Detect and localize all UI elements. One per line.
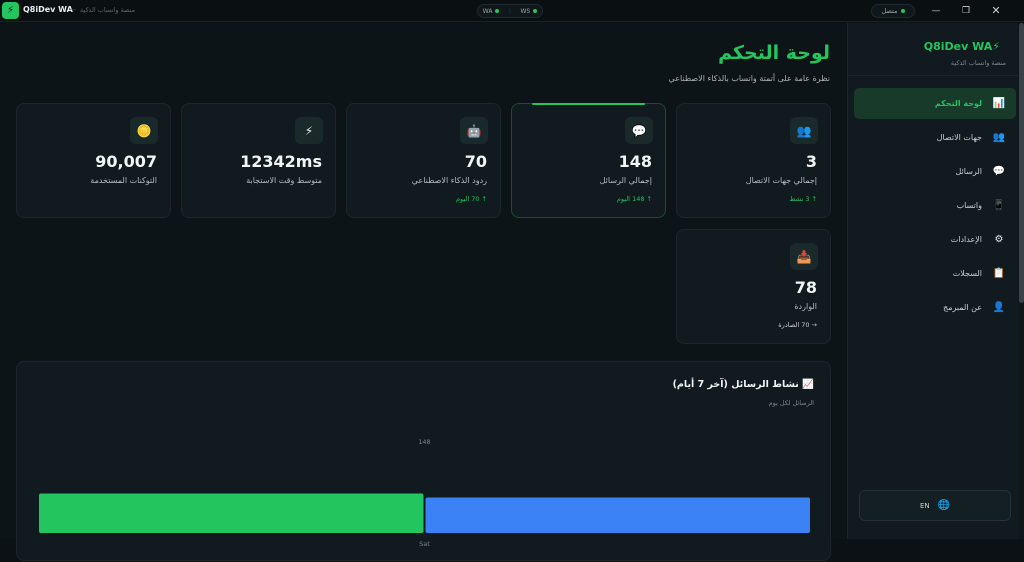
wa-pill: WA bbox=[483, 8, 500, 15]
app-logo-icon: ⚡ bbox=[2, 2, 19, 19]
stat-label: الواردة bbox=[794, 302, 817, 311]
messages-icon: 💬 bbox=[625, 117, 653, 144]
title-separator: — bbox=[69, 5, 76, 13]
coin-icon: 🪙 bbox=[130, 117, 158, 144]
sidebar-item-messages[interactable]: الرسائل 💬 bbox=[854, 156, 1016, 187]
contacts-icon: 👥 bbox=[992, 132, 1006, 143]
stat-card-incoming: 📥 78 الواردة → 70 الصادرة bbox=[676, 229, 831, 344]
chart-bar-1[interactable] bbox=[425, 497, 811, 533]
status-dot bbox=[900, 9, 905, 13]
minimize-icon[interactable]: — bbox=[926, 3, 946, 19]
wa-status-dot bbox=[495, 9, 500, 13]
sidebar-item-label: الرسائل bbox=[955, 167, 983, 176]
app-name: Q8iDev WA bbox=[23, 5, 73, 14]
stat-card-contacts: 👥 3 إجمالي جهات الاتصال ↑ 3 نشط bbox=[676, 103, 831, 218]
main-content: لوحة التحكم نظرة عامة على أتمتة واتساب ب… bbox=[0, 23, 846, 561]
sidebar-item-label: الإعدادات bbox=[950, 235, 982, 244]
sidebar-item-label: السجلات bbox=[952, 269, 982, 278]
stat-label: إجمالي جهات الاتصال bbox=[745, 176, 817, 185]
restore-icon[interactable]: ❐ bbox=[956, 3, 976, 19]
dashboard-icon: 📊 bbox=[992, 98, 1006, 109]
sidebar-item-dashboard[interactable]: لوحة التحكم 📊 bbox=[854, 88, 1016, 119]
sidebar-item-whatsapp[interactable]: واتساب 📱 bbox=[854, 190, 1016, 221]
divider bbox=[848, 75, 1024, 76]
phone-icon: 📱 bbox=[992, 200, 1006, 211]
inbox-icon: 📥 bbox=[790, 243, 818, 270]
stat-card-tokens: 🪙 90,007 التوكنات المستخدمة bbox=[16, 103, 171, 218]
app-subtitle: منصة واتساب الذكية bbox=[80, 6, 136, 14]
language-toggle-button[interactable]: EN 🌐 bbox=[859, 490, 1011, 521]
stat-label: إجمالي الرسائل bbox=[599, 176, 652, 185]
bolt-icon: ⚡ bbox=[295, 117, 323, 144]
stat-value: 90,007 bbox=[95, 152, 157, 171]
stat-trend: → 70 الصادرة bbox=[778, 321, 817, 329]
chart-x-tick-label: Sat bbox=[419, 540, 430, 548]
ws-status-dot bbox=[533, 9, 538, 13]
stat-card-messages: 💬 148 إجمالي الرسائل ↑ 148 اليوم bbox=[511, 103, 666, 218]
contacts-icon: 👥 bbox=[790, 117, 818, 144]
page-subtitle: نظرة عامة على أتمتة واتساب بالذكاء الاصط… bbox=[668, 74, 830, 83]
scrollbar[interactable] bbox=[1018, 23, 1024, 539]
stat-trend: ↑ 148 اليوم bbox=[616, 195, 652, 203]
logs-icon: 📋 bbox=[992, 268, 1006, 279]
stat-card-response-time: ⚡ 12342ms متوسط وقت الاستجابة bbox=[181, 103, 336, 218]
page-title: لوحة التحكم bbox=[718, 42, 830, 64]
title-bar: ⚡ Q8iDev WA — منصة واتساب الذكية WA | WS… bbox=[0, 0, 1024, 22]
stat-value: 70 bbox=[464, 152, 487, 171]
language-label: EN bbox=[919, 501, 930, 510]
messages-icon: 💬 bbox=[992, 166, 1006, 177]
stat-value: 3 bbox=[805, 152, 817, 171]
stat-label: التوكنات المستخدمة bbox=[90, 176, 157, 185]
sidebar-item-settings[interactable]: الإعدادات ⚙ bbox=[854, 224, 1016, 255]
sidebar-item-label: لوحة التحكم bbox=[934, 99, 982, 108]
stat-trend: ↑ 3 نشط bbox=[789, 195, 818, 203]
sidebar-brand: ⚡Q8iDev WA bbox=[923, 40, 1000, 53]
sidebar: ⚡Q8iDev WA منصة واتساب الذكية لوحة التحك… bbox=[847, 23, 1024, 539]
sidebar-brand-subtitle: منصة واتساب الذكية bbox=[950, 59, 1006, 67]
message-activity-chart: 📈 نشاط الرسائل (آخر 7 أيام) الرسائل لكل … bbox=[16, 361, 831, 561]
globe-icon: 🌐 bbox=[937, 500, 951, 511]
scrollbar-thumb[interactable] bbox=[1019, 23, 1024, 303]
bar-chart: 148 Sat bbox=[39, 438, 811, 548]
connection-status-badge: متصل bbox=[871, 4, 915, 18]
stat-value: 78 bbox=[794, 278, 817, 297]
chart-value-label: 148 bbox=[418, 438, 430, 446]
close-icon[interactable]: ✕ bbox=[986, 3, 1006, 19]
stat-value: 12342ms bbox=[240, 152, 322, 171]
sidebar-item-label: جهات الاتصال bbox=[936, 133, 982, 142]
developer-icon: 👤 bbox=[992, 302, 1006, 313]
sidebar-item-label: عن المبرمج bbox=[943, 303, 982, 312]
bolt-icon: ⚡ bbox=[992, 40, 1000, 53]
stat-label: ردود الذكاء الاصطناعي bbox=[411, 176, 487, 185]
robot-icon: 🤖 bbox=[460, 117, 488, 144]
connection-pills: WA | WS bbox=[477, 4, 543, 18]
stat-trend: ↑ 70 اليوم bbox=[456, 195, 487, 203]
stat-card-ai-replies: 🤖 70 ردود الذكاء الاصطناعي ↑ 70 اليوم bbox=[346, 103, 501, 218]
sidebar-item-contacts[interactable]: جهات الاتصال 👥 bbox=[854, 122, 1016, 153]
stat-value: 148 bbox=[618, 152, 652, 171]
ws-pill: WS bbox=[521, 8, 538, 15]
sidebar-item-label: واتساب bbox=[956, 201, 982, 210]
gear-icon: ⚙ bbox=[994, 234, 1004, 245]
sidebar-item-developer[interactable]: عن المبرمج 👤 bbox=[854, 292, 1016, 323]
chart-bar-0[interactable] bbox=[39, 493, 424, 533]
stat-label: متوسط وقت الاستجابة bbox=[246, 176, 322, 185]
sidebar-item-logs[interactable]: السجلات 📋 bbox=[854, 258, 1016, 289]
